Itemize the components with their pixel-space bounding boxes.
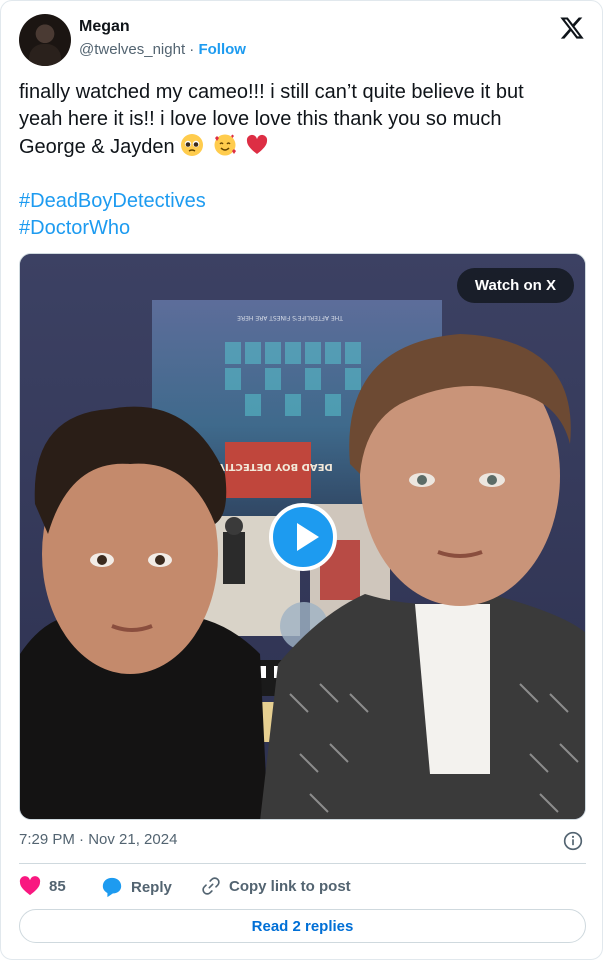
hashtag-link[interactable]: #DeadBoyDetectives — [19, 188, 589, 215]
tweet-text-line: yeah here it is!! i love love love this … — [19, 108, 502, 130]
tweet-text-line: finally watched my cameo!!! i still can’… — [19, 81, 524, 103]
hashtag-link[interactable]: #DoctorWho — [19, 215, 589, 242]
poster-tagline: THE AFTERLIFE'S FINEST ARE HERE — [237, 314, 344, 321]
author-avatar[interactable] — [19, 14, 71, 66]
pleading-face-emoji-icon — [181, 134, 204, 156]
play-icon[interactable] — [269, 503, 337, 571]
follow-button[interactable]: Follow — [198, 41, 246, 58]
watch-on-x-button[interactable]: Watch on X — [456, 268, 574, 303]
reply-button[interactable]: Reply — [101, 876, 172, 898]
embedded-tweet-card: Megan @twelves_night · Follow finally wa… — [0, 0, 603, 960]
like-count: 85 — [49, 877, 66, 895]
smiling-face-with-hearts-emoji-icon — [214, 134, 236, 156]
info-icon[interactable] — [563, 831, 583, 851]
handle-separator: · — [189, 41, 195, 58]
tweet-timestamp[interactable]: 7:29 PM · Nov 21, 2024 — [19, 831, 177, 848]
divider — [19, 863, 586, 864]
x-logo-icon[interactable] — [558, 15, 586, 41]
author-handle[interactable]: @twelves_night — [79, 41, 185, 58]
author-name[interactable]: Megan — [79, 18, 130, 36]
read-replies-button[interactable]: Read 2 replies — [19, 909, 586, 943]
red-heart-emoji-icon — [247, 134, 268, 154]
like-button[interactable]: 85 — [19, 876, 66, 896]
copy-link-button[interactable]: Copy link to post — [201, 876, 351, 896]
reply-label: Reply — [131, 878, 172, 896]
reply-bubble-icon — [102, 877, 122, 898]
tweet-text-line: George & Jayden — [19, 133, 589, 161]
copy-link-label: Copy link to post — [229, 877, 351, 895]
video-thumbnail[interactable]: THE AFTERLIFE'S FINEST ARE HERE DEAD BOY… — [19, 253, 586, 820]
author-handle-row: @twelves_night · Follow — [79, 41, 246, 58]
tweet-text-line-end: George & Jayden — [19, 136, 175, 158]
link-icon — [202, 877, 220, 895]
tweet-text: finally watched my cameo!!! i still can’… — [19, 79, 589, 242]
heart-icon — [19, 876, 41, 896]
